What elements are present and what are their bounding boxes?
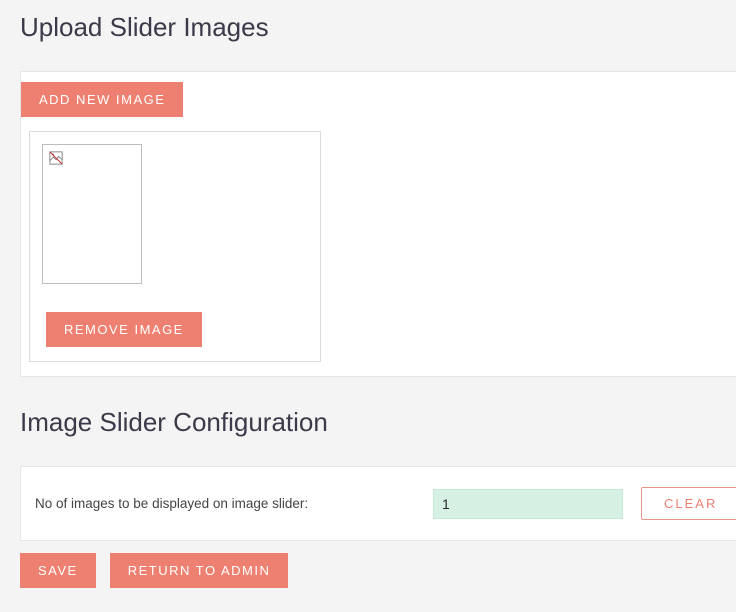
return-to-admin-button[interactable]: RETURN TO ADMIN <box>110 553 289 588</box>
upload-heading: Upload Slider Images <box>20 12 736 43</box>
count-input[interactable] <box>433 489 623 519</box>
add-new-image-button[interactable]: ADD NEW IMAGE <box>21 82 183 117</box>
upload-panel: ADD NEW IMAGE REMOVE IMAGE <box>20 71 736 377</box>
remove-image-button[interactable]: REMOVE IMAGE <box>46 312 202 347</box>
image-thumbnail <box>42 144 142 284</box>
config-panel: No of images to be displayed on image sl… <box>20 466 736 541</box>
count-label: No of images to be displayed on image sl… <box>35 496 415 511</box>
config-heading: Image Slider Configuration <box>20 407 736 438</box>
action-row: SAVE RETURN TO ADMIN <box>20 553 736 588</box>
broken-image-icon <box>49 151 63 165</box>
save-button[interactable]: SAVE <box>20 553 96 588</box>
image-card: REMOVE IMAGE <box>29 131 321 362</box>
clear-button[interactable]: CLEAR <box>641 487 736 520</box>
